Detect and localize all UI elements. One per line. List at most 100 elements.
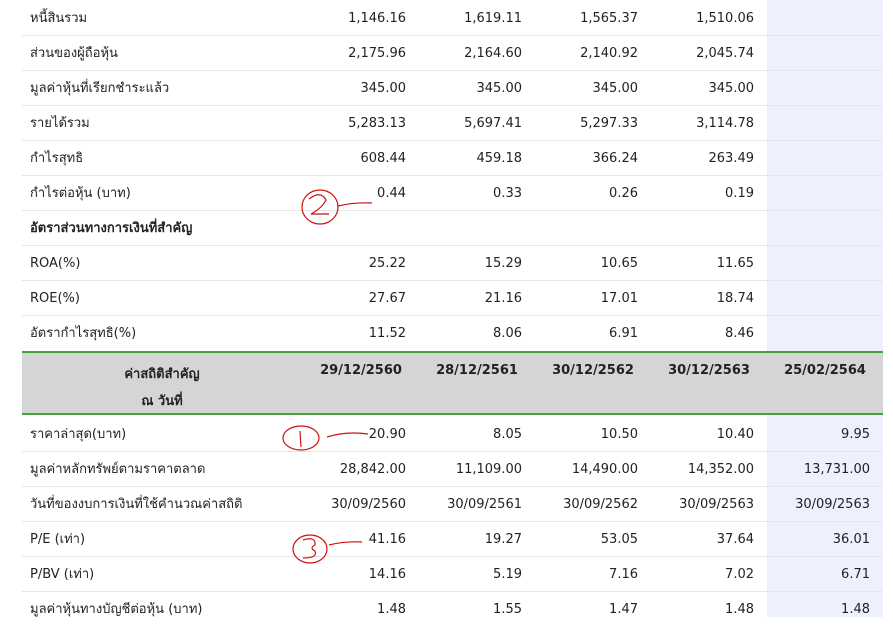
cell: 345.00 [708,81,755,96]
cell: 30/09/2562 [563,497,638,512]
cell: 5,697.41 [464,116,522,131]
cell: 11.52 [368,326,406,341]
row-label: ROA(%) [30,256,81,271]
cell: 1.48 [377,602,406,617]
header-date: 30/12/2562 [552,363,634,378]
cell: 2,175.96 [348,46,406,61]
cell: 13,731.00 [803,462,870,477]
cell: 608.44 [360,151,407,166]
cell: 1,146.16 [348,11,406,26]
table-row: อัตรากำไรสุทธิ(%) 11.52 8.06 6.91 8.46 [22,316,883,351]
cell: 17.01 [600,291,638,306]
cell: 0.19 [725,186,754,201]
cell: 20.90 [368,427,406,442]
row-label: ROE(%) [30,291,80,306]
cell: 18.74 [716,291,754,306]
section-title: อัตราส่วนทางการเงินที่สำคัญ [30,221,193,236]
cell: 6.91 [609,326,638,341]
cell: 1,565.37 [580,11,638,26]
cell: 366.24 [592,151,639,166]
cell: 8.06 [493,326,522,341]
cell: 14,352.00 [687,462,754,477]
cell: 10.50 [600,427,638,442]
cell: 41.16 [368,532,406,547]
cell: 15.29 [484,256,522,271]
cell: 5,297.33 [580,116,638,131]
cell: 30/09/2563 [679,497,754,512]
cell: 19.27 [484,532,522,547]
table-row: กำไรต่อหุ้น (บาท) 0.44 0.33 0.26 0.19 [22,176,883,211]
cell: 9.95 [841,427,870,442]
cell: 1.48 [725,602,754,617]
cell: 345.00 [360,81,407,96]
cell: 2,140.92 [580,46,638,61]
row-label: ส่วนของผู้ถือหุ้น [30,46,118,61]
cell: 7.16 [609,567,638,582]
cell: 6.71 [841,567,870,582]
cell: 10.40 [716,427,754,442]
cell: 8.05 [493,427,522,442]
row-label: P/BV (เท่า) [30,567,95,582]
header-label: ค่าสถิติสำคัญ [124,367,200,382]
cell: 7.02 [725,567,754,582]
cell: 30/09/2561 [447,497,522,512]
cell: 8.46 [725,326,754,341]
cell: 30/09/2563 [795,497,870,512]
cell: 5.19 [493,567,522,582]
table-row: P/E (เท่า) 41.16 19.27 53.05 37.64 36.01 [22,522,883,557]
cell: 3,114.78 [696,116,754,131]
row-label: อัตรากำไรสุทธิ(%) [30,326,137,341]
cell: 11,109.00 [455,462,522,477]
cell: 0.44 [377,186,406,201]
cell: 1,619.11 [464,11,522,26]
table-row: มูลค่าหลักทรัพย์ตามราคาตลาด 28,842.00 11… [22,452,883,487]
cell: 1.47 [609,602,638,617]
cell: 2,045.74 [696,46,754,61]
cell: 36.01 [832,532,870,547]
row-label: กำไรสุทธิ [30,151,84,166]
cell: 0.26 [609,186,638,201]
row-label: หนี้สินรวม [30,11,88,26]
cell: 28,842.00 [339,462,406,477]
table-row: ROA(%) 25.22 15.29 10.65 11.65 [22,246,883,281]
cell: 11.65 [716,256,754,271]
row-label: ราคาล่าสุด(บาท) [30,427,127,442]
table-row: P/BV (เท่า) 14.16 5.19 7.16 7.02 6.71 [22,557,883,592]
cell: 0.33 [493,186,522,201]
table-row: ราคาล่าสุด(บาท) 20.90 8.05 10.50 10.40 9… [22,417,883,452]
cell: 30/09/2560 [331,497,406,512]
row-label: P/E (เท่า) [30,532,86,547]
row-label: รายได้รวม [30,116,90,131]
cell: 25.22 [368,256,406,271]
header-date: 25/02/2564 [784,363,866,378]
cell: 263.49 [708,151,755,166]
header-date: 30/12/2563 [668,363,750,378]
cell: 459.18 [476,151,523,166]
header-sublabel: ณ วันที่ [141,394,183,409]
cell: 2,164.60 [464,46,522,61]
cell: 345.00 [476,81,523,96]
cell: 37.64 [716,532,754,547]
table-row: กำไรสุทธิ 608.44 459.18 366.24 263.49 [22,141,883,176]
table-row: ส่วนของผู้ถือหุ้น 2,175.96 2,164.60 2,14… [22,36,883,71]
cell: 14.16 [368,567,406,582]
row-label: วันที่ของงบการเงินที่ใช้คำนวณค่าสถิติ [30,497,243,512]
cell: 345.00 [592,81,639,96]
header-date: 29/12/2560 [320,363,402,378]
row-label: มูลค่าหุ้นที่เรียกชำระแล้ว [30,81,170,96]
cell: 1.48 [841,602,870,617]
header-date: 28/12/2561 [436,363,518,378]
cell: 14,490.00 [571,462,638,477]
row-label: กำไรต่อหุ้น (บาท) [30,186,131,201]
table-row: มูลค่าหุ้นทางบัญชีต่อหุ้น (บาท) 1.48 1.5… [22,592,883,627]
row-label: มูลค่าหลักทรัพย์ตามราคาตลาด [30,462,206,477]
cell: 10.65 [600,256,638,271]
cell: 5,283.13 [348,116,406,131]
table-row: มูลค่าหุ้นที่เรียกชำระแล้ว 345.00 345.00… [22,71,883,106]
stats-header: ค่าสถิติสำคัญ ณ วันที่ 29/12/2560 28/12/… [22,351,883,415]
section-title-row: อัตราส่วนทางการเงินที่สำคัญ [22,211,883,246]
table-row: รายได้รวม 5,283.13 5,697.41 5,297.33 3,1… [22,106,883,141]
cell: 1.55 [493,602,522,617]
cell: 27.67 [368,291,406,306]
cell: 21.16 [484,291,522,306]
